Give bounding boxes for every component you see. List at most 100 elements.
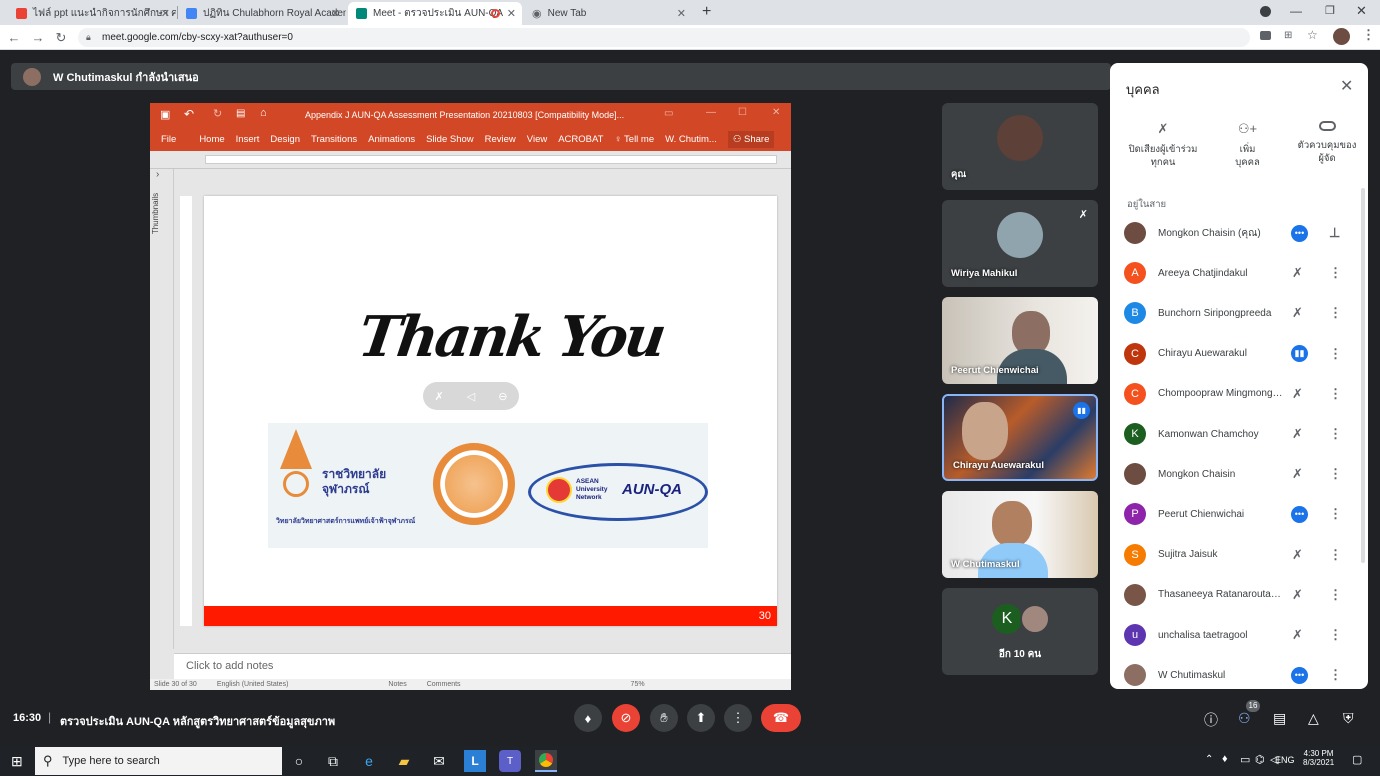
add-people-button[interactable]: ⚇+ เพิ่ม บุคคล bbox=[1215, 121, 1280, 169]
file-explorer-icon[interactable]: ▰ bbox=[393, 750, 415, 772]
participant-tile-self[interactable]: คุณ bbox=[942, 103, 1098, 190]
participant-video-tile[interactable]: W Chutimaskul bbox=[942, 491, 1098, 578]
share-button[interactable]: ⚇ Share bbox=[727, 130, 775, 148]
ribbon-tab-acrobat[interactable]: ACROBAT bbox=[558, 134, 603, 145]
mic-off-icon[interactable]: ✗ bbox=[1292, 426, 1303, 442]
app-l-icon[interactable]: L bbox=[464, 750, 486, 772]
profile-avatar[interactable] bbox=[1333, 28, 1350, 45]
speaking-icon[interactable]: ▮▮ bbox=[1291, 345, 1308, 363]
close-icon[interactable]: ✕ bbox=[772, 107, 780, 118]
minus-circle-icon[interactable]: ⊖ bbox=[498, 390, 507, 403]
bookmark-star-icon[interactable]: ☆ bbox=[1307, 28, 1318, 42]
slide-canvas[interactable]: Thank You ✗ ◁ ⊖ ราชวิทยาลัย จุฬาภรณ์ วิท… bbox=[204, 196, 777, 626]
participant-row[interactable]: Thasaneeya Ratanaroutai ... ✗ ⋮ bbox=[1110, 575, 1368, 615]
undo-icon[interactable]: ↶ bbox=[184, 107, 194, 121]
translate-icon[interactable]: ⊞ bbox=[1284, 30, 1292, 41]
tray-chevron-icon[interactable]: ⌃ bbox=[1205, 754, 1213, 765]
restore-icon[interactable]: ❐ bbox=[1325, 4, 1335, 17]
tell-me-field[interactable]: ♀ Tell me bbox=[614, 134, 654, 145]
participant-row[interactable]: Mongkon Chaisin (คุณ) ••• ⊥ bbox=[1110, 213, 1368, 253]
participant-row[interactable]: P Peerut Chienwichai ••• ⋮ bbox=[1110, 494, 1368, 534]
input-language[interactable]: ENG bbox=[1275, 755, 1295, 765]
taskbar-search-box[interactable]: ⚲ Type here to search bbox=[35, 747, 282, 775]
close-icon[interactable]: ✕ bbox=[161, 7, 170, 20]
ribbon-tab-file[interactable]: File bbox=[161, 134, 176, 145]
more-options-icon[interactable]: ⋮ bbox=[1329, 466, 1342, 482]
mic-off-icon[interactable]: ✗ bbox=[1292, 305, 1303, 321]
activities-icon[interactable]: △ bbox=[1308, 710, 1319, 727]
forward-icon[interactable]: → bbox=[30, 28, 46, 47]
mic-off-icon[interactable]: ✗ bbox=[435, 390, 444, 403]
participant-row[interactable]: S Sujitra Jaisuk ✗ ⋮ bbox=[1110, 535, 1368, 575]
mic-off-icon[interactable]: ✗ bbox=[1292, 627, 1303, 643]
participant-row[interactable]: u unchalisa taetragool ✗ ⋮ bbox=[1110, 615, 1368, 655]
participant-row[interactable]: C Chirayu Auewarakul ▮▮ ⋮ bbox=[1110, 334, 1368, 374]
mic-off-icon[interactable]: ✗ bbox=[1292, 547, 1303, 563]
ribbon-tab-home[interactable]: Home bbox=[199, 134, 224, 145]
ppt-user-name[interactable]: W. Chutim... bbox=[665, 134, 717, 145]
chat-icon[interactable]: ▤ bbox=[1273, 710, 1286, 727]
chrome-icon[interactable] bbox=[535, 750, 557, 772]
touch-mode-icon[interactable]: ⌂ bbox=[260, 107, 267, 119]
tray-network-icon[interactable]: ⌬ bbox=[1255, 753, 1265, 766]
edge-icon[interactable]: e bbox=[358, 750, 380, 772]
tab-calendar[interactable]: ปฏิทิน Chulabhorn Royal Academ... ✕ bbox=[178, 2, 346, 25]
minimize-icon[interactable]: — bbox=[1290, 4, 1302, 18]
menu-icon[interactable]: ⋮ bbox=[1362, 27, 1375, 43]
participant-row[interactable]: Mongkon Chaisin ✗ ⋮ bbox=[1110, 454, 1368, 494]
cortana-icon[interactable]: ○ bbox=[288, 750, 310, 772]
close-icon[interactable]: ✕ bbox=[1340, 76, 1353, 96]
teams-icon[interactable]: T bbox=[499, 750, 521, 772]
more-options-icon[interactable]: ⋮ bbox=[1329, 587, 1342, 603]
host-shield-icon[interactable]: ⛨ bbox=[1343, 710, 1354, 727]
more-options-icon[interactable]: ⋮ bbox=[1329, 667, 1342, 683]
tray-mic-icon[interactable]: ♦ bbox=[1222, 753, 1228, 765]
participant-tile[interactable]: ✗ Wiriya Mahikul bbox=[942, 200, 1098, 287]
volume-off-icon[interactable]: ◁ bbox=[467, 390, 475, 403]
comments-toggle[interactable]: Comments bbox=[427, 681, 461, 688]
close-icon[interactable]: ✕ bbox=[331, 7, 340, 20]
ribbon-tab-design[interactable]: Design bbox=[270, 134, 300, 145]
redo-icon[interactable]: ↻ bbox=[213, 107, 222, 120]
participant-video-tile[interactable]: Peerut Chienwichai bbox=[942, 297, 1098, 384]
ribbon-tab-review[interactable]: Review bbox=[485, 134, 516, 145]
expand-chevron-icon[interactable]: › bbox=[156, 169, 159, 180]
ribbon-tab-view[interactable]: View bbox=[527, 134, 547, 145]
more-options-icon[interactable]: ⋮ bbox=[1329, 386, 1342, 402]
close-icon[interactable]: ✕ bbox=[507, 7, 516, 20]
reload-icon[interactable]: ↻ bbox=[53, 28, 69, 47]
back-icon[interactable]: ← bbox=[6, 28, 22, 47]
new-tab-icon[interactable]: + bbox=[702, 3, 711, 21]
more-options-icon[interactable]: ⋮ bbox=[1329, 627, 1342, 643]
url-field[interactable]: 🔒︎ meet.google.com/cby-scxy-xat?authuser… bbox=[78, 28, 1250, 47]
people-icon[interactable]: ⚇ bbox=[1238, 710, 1251, 727]
windows-start-icon[interactable]: ⊞ bbox=[11, 753, 23, 770]
ribbon-tab-animations[interactable]: Animations bbox=[368, 134, 415, 145]
more-options-icon[interactable]: ⋮ bbox=[1329, 265, 1342, 281]
presentation-mini-controls[interactable]: ✗ ◁ ⊖ bbox=[423, 382, 519, 410]
mic-off-icon[interactable]: ✗ bbox=[1292, 386, 1303, 402]
ribbon-tab-insert[interactable]: Insert bbox=[236, 134, 260, 145]
more-options-icon[interactable]: ⋮ bbox=[1329, 506, 1342, 522]
participant-video-tile-active[interactable]: ▮▮ Chirayu Auewarakul bbox=[942, 394, 1098, 481]
present-button[interactable]: ⬆ bbox=[687, 704, 715, 732]
mic-off-icon[interactable]: ✗ bbox=[1292, 587, 1303, 603]
ribbon-tab-transitions[interactable]: Transitions bbox=[311, 134, 357, 145]
task-view-icon[interactable]: ⧉ bbox=[322, 750, 344, 772]
tab-meet[interactable]: Meet - ตรวจประเมิน AUN-QA ✕ bbox=[348, 2, 522, 25]
pin-icon[interactable]: ⊥ bbox=[1329, 225, 1340, 241]
notes-toggle[interactable]: Notes bbox=[388, 681, 406, 688]
mic-off-icon[interactable]: ✗ bbox=[1292, 466, 1303, 482]
ribbon-tab-slideshow[interactable]: Slide Show bbox=[426, 134, 474, 145]
minimize-icon[interactable]: — bbox=[706, 107, 716, 118]
participant-row[interactable]: A Areeya Chatjindakul ✗ ⋮ bbox=[1110, 253, 1368, 293]
participant-row[interactable]: B Bunchorn Siripongpreeda ✗ ⋮ bbox=[1110, 293, 1368, 333]
mic-off-icon[interactable]: ✗ bbox=[1292, 265, 1303, 281]
mail-icon[interactable]: ✉ bbox=[428, 750, 450, 772]
audio-level-icon[interactable]: ••• bbox=[1291, 666, 1308, 684]
language-status[interactable]: English (United States) bbox=[217, 681, 289, 688]
info-icon[interactable]: ⓘ bbox=[1204, 710, 1218, 730]
audio-level-icon[interactable]: ••• bbox=[1291, 505, 1308, 523]
participant-row[interactable]: W Chutimaskul ••• ⋮ bbox=[1110, 655, 1368, 689]
ribbon-options-icon[interactable]: ▭ bbox=[664, 108, 673, 119]
